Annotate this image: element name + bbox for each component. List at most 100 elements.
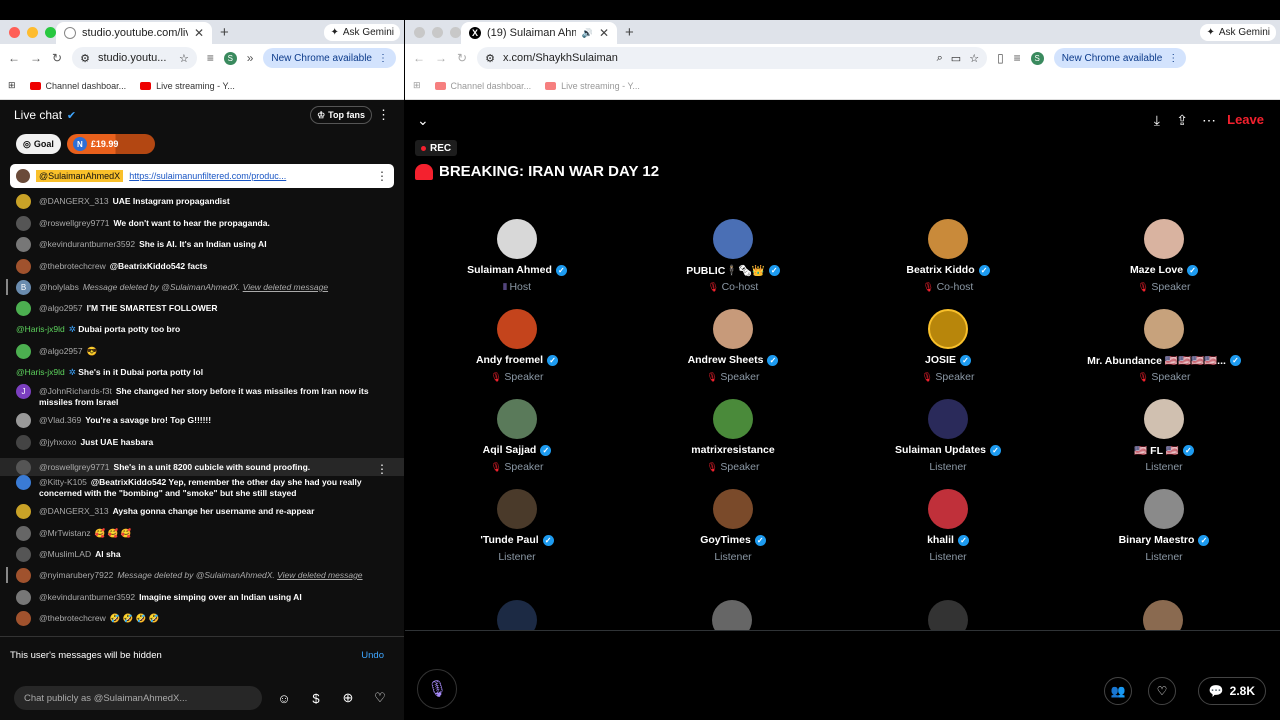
- chat-message[interactable]: @DANGERX_313 Aysha gonna change her usern…: [0, 504, 404, 519]
- apps-grid-icon[interactable]: ⊞: [8, 80, 16, 91]
- super-chat-ticker[interactable]: N £19.99: [66, 134, 155, 154]
- profile-avatar[interactable]: S: [223, 51, 237, 65]
- forward-icon[interactable]: →: [435, 51, 447, 65]
- message-author[interactable]: @nyimarubery7922: [39, 570, 113, 580]
- view-deleted-link[interactable]: View deleted message: [243, 282, 328, 292]
- message-author[interactable]: @thebrotechcrew: [39, 613, 106, 623]
- super-chat-icon[interactable]: $: [306, 688, 326, 708]
- chat-message[interactable]: @algo2957 I'M THE SMARTEST FOLLOWER: [0, 301, 404, 316]
- author-avatar[interactable]: [16, 526, 31, 541]
- extensions-icon[interactable]: ≡: [207, 51, 214, 65]
- chat-message[interactable]: B @holylabs Message deleted by @SulaimanAh…: [0, 279, 404, 295]
- chat-message[interactable]: J @JohnRichards-f3t She changed her story …: [0, 384, 404, 408]
- bookmark-live-streaming[interactable]: Live streaming - Y...: [140, 81, 235, 91]
- apps-grid-icon[interactable]: ⊞: [413, 80, 421, 91]
- chat-message[interactable]: @MuslimLAD Al sha: [0, 547, 404, 562]
- message-author[interactable]: @jyhxoxo: [39, 437, 76, 447]
- participant-avatar[interactable]: [497, 219, 537, 259]
- participant-tile[interactable]: 'Tunde Paul ✓ Listener: [412, 489, 622, 563]
- new-tab-button[interactable]: +: [220, 24, 229, 41]
- close-tab-icon[interactable]: ✕: [194, 26, 204, 40]
- speaker-icon[interactable]: 🔊: [582, 28, 593, 39]
- message-author[interactable]: @kevindurantburner3592: [39, 592, 135, 602]
- participant-tile[interactable]: Sulaiman Ahmed ✓ ⦀ Host: [412, 219, 622, 293]
- chat-message[interactable]: @thebrotechcrew @BeatrixKiddo542 facts: [0, 259, 404, 274]
- author-avatar[interactable]: [16, 237, 31, 252]
- message-author[interactable]: @MrTwistanz: [39, 528, 91, 538]
- message-author[interactable]: @Kitty-K105: [39, 477, 87, 487]
- bookmark-live-streaming[interactable]: Live streaming - Y...: [545, 81, 640, 91]
- author-avatar[interactable]: [16, 590, 31, 605]
- reload-icon[interactable]: ↻: [457, 51, 467, 65]
- chat-message[interactable]: @nyimarubery7922 Message deleted by @Sula…: [0, 567, 404, 583]
- participant-tile[interactable]: Binary Maestro ✓ Listener: [1059, 489, 1269, 563]
- participant-tile[interactable]: 🇺🇸 FL 🇺🇸 ✓ Listener: [1059, 399, 1269, 473]
- chat-message[interactable]: @roswellgrey9771 We don't want to hear th…: [0, 216, 404, 231]
- chat-message[interactable]: @Vlad.369 You're a savage bro! Top G!!!!!…: [0, 413, 404, 428]
- author-avatar[interactable]: [16, 504, 31, 519]
- forward-icon[interactable]: →: [30, 51, 42, 65]
- heart-icon[interactable]: ♡: [370, 688, 390, 708]
- author-avatar[interactable]: J: [16, 384, 31, 399]
- chat-message[interactable]: @Haris-jx9ld ✲ Dubai porta potty too bro: [0, 324, 404, 335]
- pinned-author[interactable]: @SulaimanAhmedX: [36, 170, 124, 182]
- author-avatar[interactable]: [16, 435, 31, 450]
- participant-avatar[interactable]: [928, 219, 968, 259]
- new-chrome-available-button[interactable]: New Chrome available ⋮: [1053, 48, 1187, 68]
- participant-tile[interactable]: PUBLIC🕴🏼🗞👑 ✓ 🎙 Co-host: [628, 219, 838, 293]
- chat-menu-icon[interactable]: ⋮: [377, 107, 390, 123]
- close-window-button[interactable]: [414, 27, 425, 38]
- ask-gemini-button[interactable]: ✦ Ask Gemini: [324, 24, 400, 41]
- zoom-icon[interactable]: ⌕: [937, 52, 943, 65]
- participant-avatar[interactable]: [497, 309, 537, 349]
- message-author[interactable]: @roswellgrey9771: [39, 218, 110, 228]
- author-avatar[interactable]: [16, 344, 31, 359]
- participant-avatar[interactable]: [928, 489, 968, 529]
- participant-tile[interactable]: khalil ✓ Listener: [843, 489, 1053, 563]
- author-avatar[interactable]: [16, 194, 31, 209]
- close-window-button[interactable]: [9, 27, 20, 38]
- bookmark-star-icon[interactable]: ☆: [969, 52, 979, 65]
- message-author[interactable]: @Vlad.369: [39, 415, 81, 425]
- back-icon[interactable]: ←: [8, 51, 20, 65]
- add-icon[interactable]: ⊕: [338, 688, 358, 708]
- message-menu-icon[interactable]: ⋮: [376, 462, 388, 476]
- author-avatar[interactable]: [16, 547, 31, 562]
- message-author[interactable]: @algo2957: [39, 303, 83, 313]
- participant-avatar[interactable]: [713, 489, 753, 529]
- participant-avatar[interactable]: [713, 399, 753, 439]
- leave-button[interactable]: Leave: [1227, 112, 1264, 127]
- chat-message[interactable]: @kevindurantburner3592 She is AI. It's an…: [0, 237, 404, 252]
- message-author[interactable]: @algo2957: [39, 346, 83, 356]
- chat-message[interactable]: @algo2957 😎: [0, 344, 404, 359]
- message-author[interactable]: @DANGERX_313: [39, 506, 109, 516]
- chat-message[interactable]: @Haris-jx9ld ✲ She's in it Dubai porta po…: [0, 367, 404, 378]
- reactions-heart-icon[interactable]: ♡: [1148, 677, 1176, 705]
- pinned-message[interactable]: @SulaimanAhmedX https://sulaimanunfilter…: [10, 164, 394, 188]
- participant-avatar[interactable]: [713, 309, 753, 349]
- participant-avatar[interactable]: [713, 219, 753, 259]
- participant-tile[interactable]: Sulaiman Updates ✓ Listener: [843, 399, 1053, 473]
- participant-avatar[interactable]: [928, 309, 968, 349]
- undo-button[interactable]: Undo: [361, 650, 384, 661]
- participant-avatar[interactable]: [1144, 219, 1184, 259]
- minimize-space-icon[interactable]: ⤓: [1154, 112, 1160, 129]
- microphone-icon[interactable]: 🎙: [417, 669, 457, 709]
- message-author[interactable]: @kevindurantburner3592: [39, 239, 135, 249]
- view-deleted-link[interactable]: View deleted message: [277, 570, 362, 580]
- close-tab-icon[interactable]: ✕: [599, 26, 609, 40]
- tab-live-chat[interactable]: studio.youtube.com/live_chat ✕: [56, 22, 212, 44]
- minimize-window-button[interactable]: [27, 27, 38, 38]
- participant-avatar[interactable]: [497, 489, 537, 529]
- message-author[interactable]: @DANGERX_313: [39, 196, 109, 206]
- top-fans-dropdown[interactable]: ♔ Top fans: [310, 106, 372, 124]
- author-avatar[interactable]: [16, 301, 31, 316]
- participant-tile[interactable]: Andy froemel ✓ 🎙 Speaker: [412, 309, 622, 383]
- zoom-window-button[interactable]: [450, 27, 461, 38]
- participant-avatar[interactable]: [1144, 399, 1184, 439]
- chat-message[interactable]: @MrTwistanz 🥰 🥰 🥰: [0, 526, 404, 541]
- message-author[interactable]: @roswellgrey9771: [39, 462, 110, 472]
- participant-tile[interactable]: Aqil Sajjad ✓ 🎙 Speaker: [412, 399, 622, 473]
- participant-avatar[interactable]: [1144, 309, 1184, 349]
- participant-tile[interactable]: JOSIE ✓ 🎙 Speaker: [843, 309, 1053, 383]
